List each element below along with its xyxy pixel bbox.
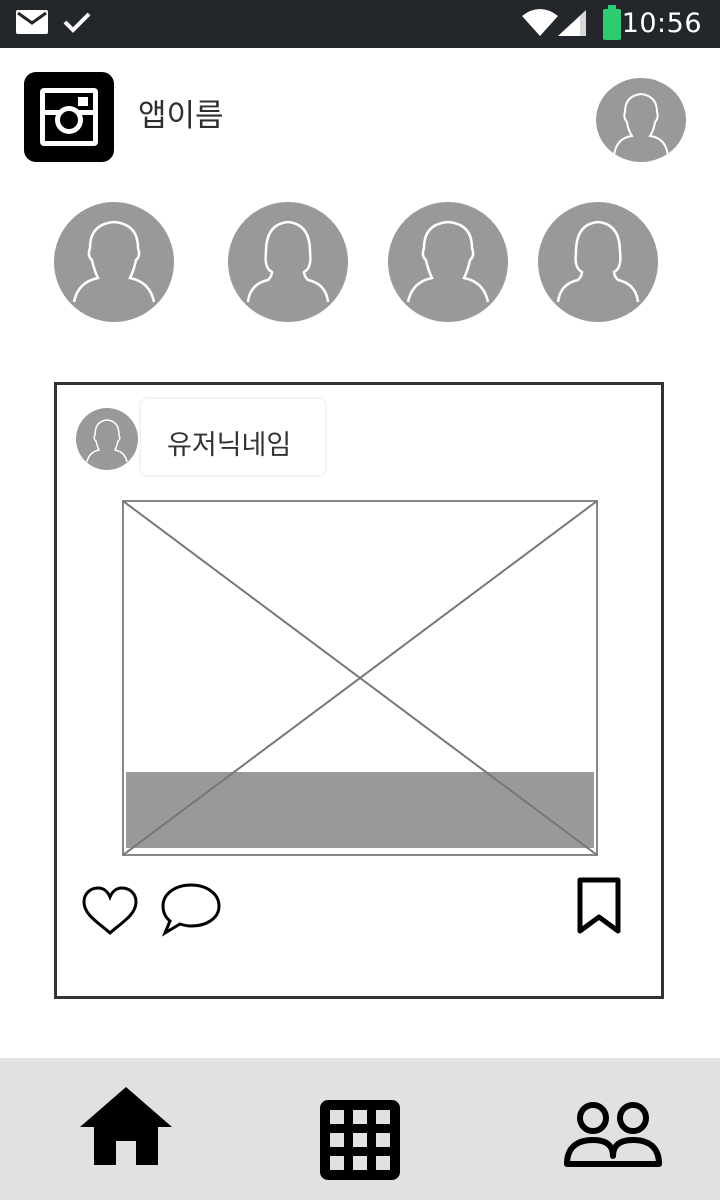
check-icon	[63, 12, 91, 33]
mail-icon	[16, 10, 48, 34]
status-time: 10:56	[621, 8, 702, 39]
wifi-icon	[522, 9, 558, 36]
battery-icon	[603, 5, 621, 40]
bottom-nav	[0, 1058, 720, 1200]
heart-icon[interactable]	[81, 885, 139, 937]
story-avatar-4[interactable]	[538, 202, 658, 322]
female-avatar-icon	[246, 220, 330, 303]
male-avatar-icon	[72, 220, 156, 303]
app-name: 앱이름	[138, 98, 224, 134]
signal-icon	[558, 10, 586, 36]
grid-icon[interactable]	[320, 1100, 400, 1180]
story-avatar-2[interactable]	[228, 202, 348, 322]
post-card: 유저닉네임	[54, 382, 664, 999]
home-icon[interactable]	[78, 1085, 174, 1167]
image-placeholder	[122, 500, 598, 856]
post-author-avatar[interactable]	[76, 408, 138, 470]
comment-icon[interactable]	[160, 881, 222, 937]
female-avatar-icon	[556, 220, 640, 303]
camera-logo-icon	[40, 88, 98, 146]
male-avatar-icon	[406, 220, 490, 303]
people-icon[interactable]	[563, 1100, 663, 1168]
user-avatar-icon	[86, 419, 128, 463]
app-logo[interactable]	[24, 72, 114, 162]
story-avatar-3[interactable]	[388, 202, 508, 322]
story-avatar-1[interactable]	[54, 202, 174, 322]
profile-avatar[interactable]	[596, 78, 686, 162]
user-avatar-icon	[613, 92, 669, 157]
post-author-nickname[interactable]: 유저닉네임	[167, 423, 291, 462]
status-bar: 10:56	[0, 0, 720, 48]
bookmark-icon[interactable]	[575, 877, 623, 935]
